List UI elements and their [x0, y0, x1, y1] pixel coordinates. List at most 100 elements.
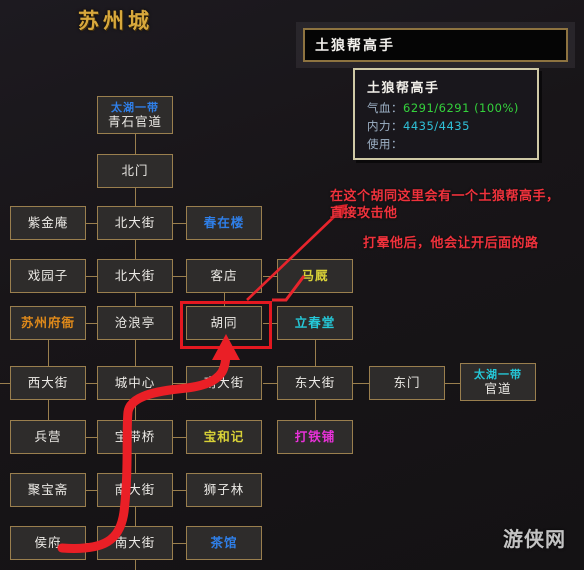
map-cell-label: 西大街 [27, 374, 69, 390]
map-cell-nandajie-2[interactable]: 南大街 [97, 473, 173, 507]
map-cell-label: 打铁铺 [294, 428, 336, 444]
tooltip-hp-row: 气血： 6291/6291 (100%) [367, 100, 527, 118]
map-cell-label: 北大街 [114, 214, 156, 230]
tooltip-hp-label: 气血： [367, 101, 403, 115]
map-cell-label: 宝和记 [203, 428, 245, 444]
map-connector [86, 490, 97, 491]
map-cell-qingshi-guandao[interactable]: 太湖一带 青石官道 [97, 96, 173, 134]
map-cell-nandajie-3[interactable]: 南大街 [97, 526, 173, 560]
map-cell-label: 苏州府衙 [20, 314, 75, 330]
map-cell-label: 胡同 [210, 314, 238, 330]
map-cell-label: 北门 [121, 162, 149, 178]
map-cell-label: 东门 [393, 374, 421, 390]
map-connector [86, 276, 97, 277]
map-cell-jubaozhai[interactable]: 聚宝斋 [10, 473, 86, 507]
map-connector [315, 400, 316, 420]
annotation-line-2: 直接攻击他 [330, 206, 398, 221]
map-cell-xiyuanzi[interactable]: 戏园子 [10, 259, 86, 293]
map-cell-sublabel: 太湖一带 [474, 367, 522, 381]
tooltip-mp-label: 内力： [367, 118, 403, 133]
map-connector [0, 383, 10, 384]
tooltip-mp-value: 4435/4435 [403, 118, 470, 133]
map-cell-label: 青石官道 [107, 114, 162, 130]
map-connector [135, 188, 136, 206]
map-cell-dongmen[interactable]: 东门 [369, 366, 445, 400]
map-cell-sublabel: 太湖一带 [111, 100, 159, 114]
map-cell-label: 戏园子 [27, 267, 69, 283]
map-connector [224, 293, 225, 306]
map-cell-label: 宝带桥 [114, 428, 156, 444]
map-connector [135, 293, 136, 306]
map-connector [263, 276, 277, 277]
map-connector [86, 223, 97, 224]
map-cell-chaguan[interactable]: 茶馆 [186, 526, 262, 560]
map-cell-label: 北大街 [114, 267, 156, 283]
map-cell-canglangting[interactable]: 沧浪亭 [97, 306, 173, 340]
map-connector [224, 340, 225, 366]
map-connector [86, 543, 97, 544]
map-connector [173, 276, 186, 277]
map-connector [135, 400, 136, 420]
map-cell-houfu[interactable]: 侯府 [10, 526, 86, 560]
map-cell-label: 官道 [484, 381, 512, 397]
map-cell-beimen[interactable]: 北门 [97, 154, 173, 188]
map-cell-majiu[interactable]: 马厩 [277, 259, 353, 293]
tooltip-use-row: 使用： [367, 136, 527, 154]
map-cell-chengzhongxin[interactable]: 城中心 [97, 366, 173, 400]
tooltip-mp-row: 内力： 4435/4435 [367, 118, 527, 136]
map-cell-label: 城中心 [114, 374, 156, 390]
target-name-label: 土狼帮高手 [315, 38, 395, 54]
map-cell-beidajie-2[interactable]: 北大街 [97, 259, 173, 293]
map-cell-label: 南大街 [114, 534, 156, 550]
map-cell-beidajie-1[interactable]: 北大街 [97, 206, 173, 240]
map-connector [445, 383, 460, 384]
map-connector [315, 340, 316, 366]
map-cell-guandao-east[interactable]: 太湖一带 官道 [460, 363, 536, 401]
map-connector [86, 437, 97, 438]
map-cell-label: 南大街 [203, 374, 245, 390]
annotation-line-3: 打晕他后，他会让开后面的路 [363, 236, 539, 251]
map-connector [173, 437, 186, 438]
map-cell-lichuntang[interactable]: 立春堂 [277, 306, 353, 340]
map-connector [173, 223, 186, 224]
map-cell-bingying[interactable]: 兵营 [10, 420, 86, 454]
map-cell-suzhou-fuya[interactable]: 苏州府衙 [10, 306, 86, 340]
map-connector [135, 454, 136, 473]
map-cell-chunzailou[interactable]: 春在楼 [186, 206, 262, 240]
npc-tooltip: 土狼帮高手 气血： 6291/6291 (100%) 内力： 4435/4435… [353, 68, 539, 160]
map-screen: 苏州城 太湖一带 青石官道 北门 紫金庵 北大街 春在楼 戏园子 北大街 客店 马厩 苏州府衙 沧浪亭… [0, 0, 584, 570]
map-connector [135, 340, 136, 366]
map-connector [135, 240, 136, 259]
map-connector [48, 340, 49, 366]
map-connector [263, 383, 277, 384]
map-connector [173, 490, 186, 491]
map-cell-kedian[interactable]: 客店 [186, 259, 262, 293]
map-cell-baodaiqiao[interactable]: 宝带桥 [97, 420, 173, 454]
tooltip-npc-name: 土狼帮高手 [367, 81, 440, 96]
map-cell-datiepu[interactable]: 打铁铺 [277, 420, 353, 454]
site-watermark: 游侠网 [503, 527, 566, 551]
map-cell-shizilin[interactable]: 狮子林 [186, 473, 262, 507]
map-cell-label: 东大街 [294, 374, 336, 390]
tooltip-use-label: 使用： [367, 136, 403, 151]
map-cell-dongdajie[interactable]: 东大街 [277, 366, 353, 400]
map-cell-label: 紫金庵 [27, 214, 69, 230]
map-cell-label: 立春堂 [294, 314, 336, 330]
map-cell-hutong[interactable]: 胡同 [186, 306, 262, 340]
map-connector [135, 507, 136, 526]
page-title: 苏州城 [78, 9, 153, 33]
map-cell-label: 聚宝斋 [27, 481, 69, 497]
map-cell-xidajie[interactable]: 西大街 [10, 366, 86, 400]
map-connector [86, 323, 97, 324]
map-connector [353, 383, 369, 384]
map-cell-label: 南大街 [114, 481, 156, 497]
map-connector [48, 400, 49, 420]
map-cell-baoheji[interactable]: 宝和记 [186, 420, 262, 454]
map-cell-nandajie-mid[interactable]: 南大街 [186, 366, 262, 400]
map-cell-label: 春在楼 [203, 214, 245, 230]
map-cell-label: 沧浪亭 [114, 314, 156, 330]
map-connector [173, 543, 186, 544]
map-cell-zijinan[interactable]: 紫金庵 [10, 206, 86, 240]
map-cell-label: 茶馆 [210, 534, 238, 550]
map-cell-label: 侯府 [34, 534, 62, 550]
